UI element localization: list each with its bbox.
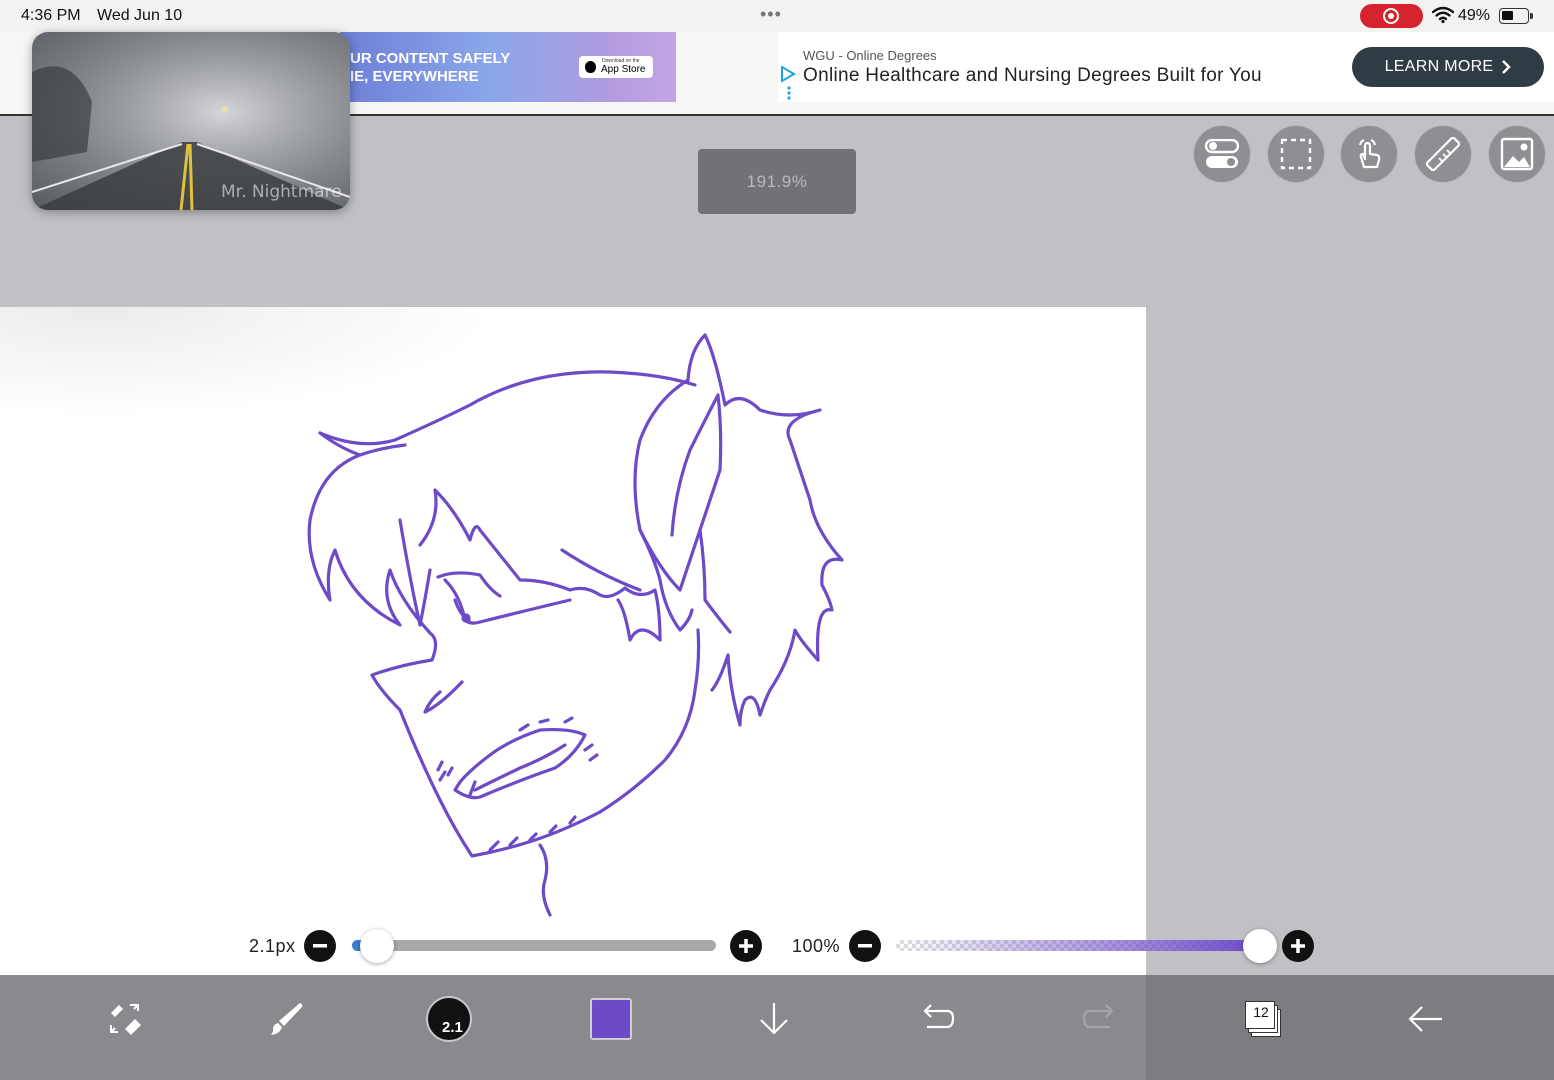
brush-size-slider[interactable] [352,940,716,951]
status-time: 4:36 PM [21,7,81,24]
ad-source: WGU - Online Degrees [803,48,937,63]
brush-size-decrease-button[interactable] [304,930,336,962]
color-swatch [590,998,632,1040]
drawing-canvas[interactable] [0,307,1146,975]
toggle-icon [1205,139,1239,168]
zoom-level-indicator: 191.9% [698,149,856,214]
chevron-right-icon [1502,60,1512,74]
brush-size-button[interactable]: 2.1 [419,989,479,1049]
redo-icon [1082,1004,1114,1029]
picture-in-picture-video[interactable]: Mr. Nightmare [32,32,350,210]
learn-more-button[interactable]: LEARN MORE [1352,47,1544,87]
touch-button[interactable] [1340,125,1398,183]
back-icon [1408,1006,1442,1032]
transform-button[interactable] [95,989,155,1049]
brush-icon [271,1003,303,1035]
ad-left-banner[interactable]: UR CONTENT SAFELY IE, EVERYWHERE Downloa… [340,32,676,102]
wifi-icon [1432,6,1454,24]
ad-left-line2: IE, EVERYWHERE [350,68,479,85]
color-picker-button[interactable] [581,989,641,1049]
redo-button[interactable] [1070,989,1130,1049]
brush-tool-button[interactable] [256,989,316,1049]
toggle-button[interactable] [1193,125,1251,183]
minus-icon [313,944,327,948]
transform-icon [110,1004,141,1035]
undo-button[interactable] [907,989,967,1049]
brush-size-icon: 2.1 [426,996,472,1042]
adchoices-icon[interactable] [780,66,796,100]
layers-button[interactable]: 12 [1233,989,1293,1049]
back-button[interactable] [1396,989,1456,1049]
battery-percent: 49% [1458,7,1491,24]
download-icon [760,1003,788,1035]
apple-icon [585,61,596,73]
plus-icon [1291,939,1305,953]
opacity-label: 100% [792,936,841,956]
battery-icon [1499,8,1533,24]
screen-recording-indicator[interactable] [1360,4,1423,28]
opacity-slider-knob[interactable] [1243,929,1277,963]
selection-icon [1280,138,1312,170]
brush-size-increase-button[interactable] [730,930,762,962]
touch-icon [1359,139,1381,169]
image-import-icon [1500,137,1534,171]
bottom-toolbar-right [1146,975,1554,1080]
brush-size-label: 2.1px [249,936,296,956]
opacity-increase-button[interactable] [1282,930,1314,962]
status-bar: 4:36 PM Wed Jun 10 ••• 49% [0,0,1554,32]
ad-headline[interactable]: Online Healthcare and Nursing Degrees Bu… [803,65,1262,87]
plus-icon [739,939,753,953]
download-button[interactable] [744,989,804,1049]
ruler-icon [1426,137,1460,171]
ruler-button[interactable] [1414,125,1472,183]
status-date: Wed Jun 10 [97,7,183,24]
image-import-button[interactable] [1488,125,1546,183]
layers-icon: 12 [1245,1001,1281,1037]
undo-icon [923,1004,955,1029]
selection-button[interactable] [1267,125,1325,183]
bottom-toolbar: 2.1 12 [0,975,1554,1080]
opacity-decrease-button[interactable] [849,930,881,962]
video-caption: Mr. Nightmare [221,182,342,202]
multitasking-dots-icon[interactable]: ••• [760,4,782,25]
ad-left-line1: UR CONTENT SAFELY [350,50,511,67]
minus-icon [858,944,872,948]
line-art-drawing [307,333,844,917]
opacity-slider[interactable] [896,940,1260,951]
app-store-badge[interactable]: Download on the App Store [579,56,653,78]
